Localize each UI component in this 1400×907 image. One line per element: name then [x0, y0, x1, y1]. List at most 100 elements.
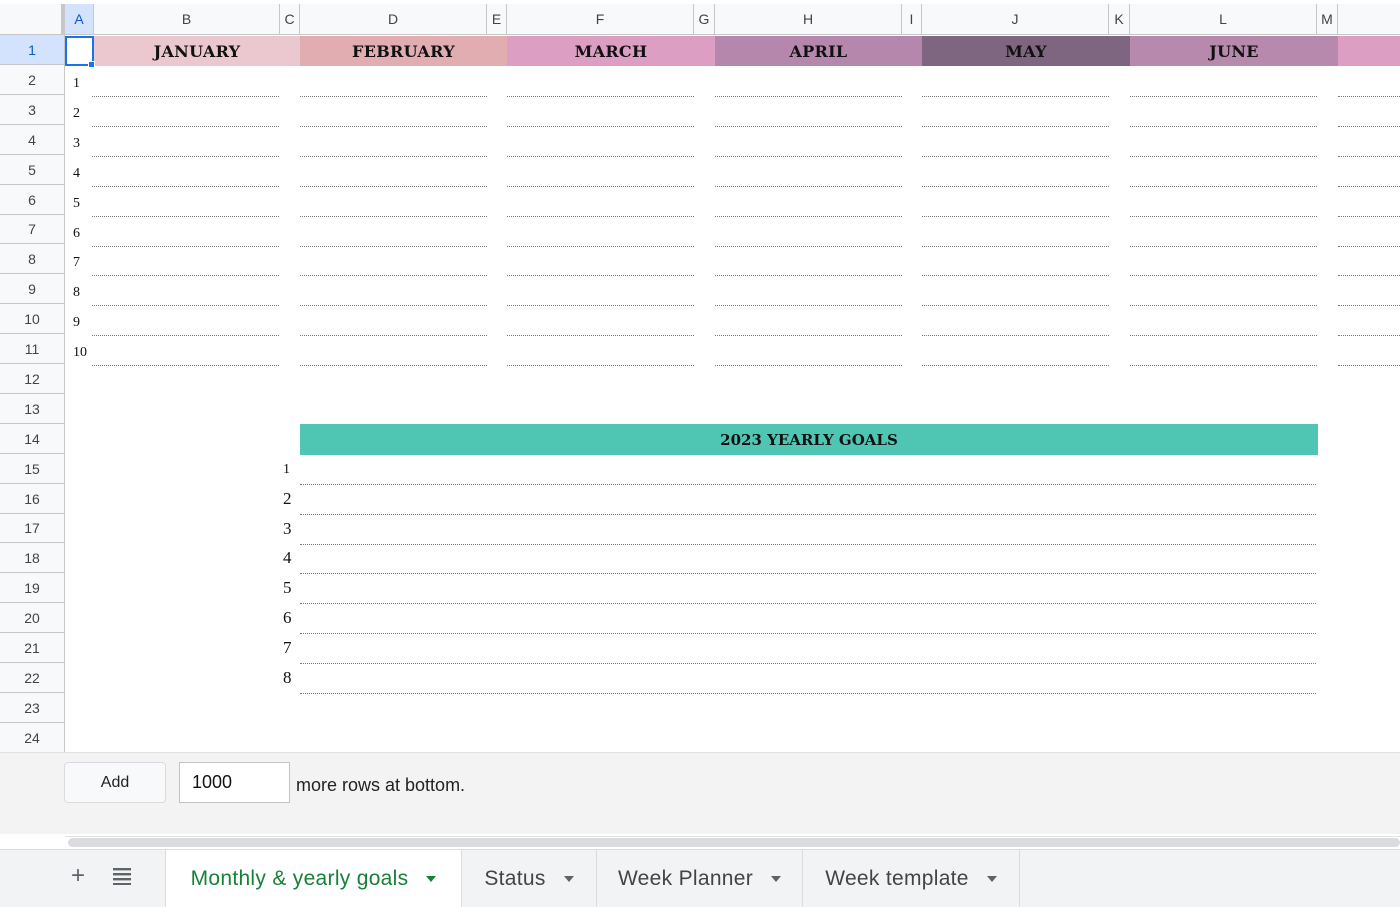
goal-entry-line[interactable] — [1338, 96, 1400, 97]
goal-entry-line[interactable] — [715, 185, 902, 187]
select-all-corner[interactable] — [0, 4, 65, 34]
goal-entry-line[interactable] — [92, 185, 279, 187]
list-icon[interactable] — [108, 862, 136, 890]
goal-entry-line[interactable] — [922, 245, 1109, 247]
goal-entry-line[interactable] — [715, 125, 902, 127]
horizontal-scrollbar-thumb[interactable] — [68, 838, 1400, 847]
column-header-c[interactable]: C — [280, 4, 300, 34]
goal-entry-line[interactable] — [300, 185, 487, 187]
yearly-goal-line[interactable] — [300, 692, 1316, 694]
goal-entry-line[interactable] — [1130, 275, 1317, 277]
row-header-1[interactable]: 1 — [0, 35, 64, 65]
row-header-2[interactable]: 2 — [0, 65, 64, 95]
goal-entry-line[interactable] — [922, 155, 1109, 157]
column-header-b[interactable]: B — [94, 4, 280, 34]
sheet-tab-week-template[interactable]: Week template — [803, 850, 1020, 907]
goal-entry-line[interactable] — [507, 245, 694, 247]
column-header-l[interactable]: L — [1130, 4, 1317, 34]
sheet-tab-monthly-yearly-goals[interactable]: Monthly & yearly goals — [165, 850, 462, 907]
goal-entry-line[interactable] — [1130, 215, 1317, 217]
goal-entry-line[interactable] — [715, 335, 902, 337]
goal-entry-line[interactable] — [92, 365, 279, 367]
row-header-15[interactable]: 15 — [0, 454, 64, 484]
goal-entry-line[interactable] — [507, 335, 694, 337]
row-header-21[interactable]: 21 — [0, 633, 64, 663]
column-header-i[interactable]: I — [902, 4, 922, 34]
goal-entry-line[interactable] — [1338, 125, 1400, 127]
row-header-12[interactable]: 12 — [0, 364, 64, 394]
goal-entry-line[interactable] — [507, 185, 694, 187]
goal-entry-line[interactable] — [92, 305, 279, 307]
row-header-16[interactable]: 16 — [0, 484, 64, 514]
goal-entry-line[interactable] — [715, 365, 902, 367]
column-header-d[interactable]: D — [300, 4, 487, 34]
caret-down-icon[interactable] — [771, 875, 782, 882]
goal-entry-line[interactable] — [1338, 245, 1400, 247]
goal-entry-line[interactable] — [715, 275, 902, 277]
goal-entry-line[interactable] — [1130, 155, 1317, 157]
sheet-tab-status[interactable]: Status — [462, 850, 597, 907]
goal-entry-line[interactable] — [300, 365, 487, 367]
goal-entry-line[interactable] — [92, 245, 279, 247]
goal-entry-line[interactable] — [922, 125, 1109, 127]
goal-entry-line[interactable] — [300, 155, 487, 157]
caret-down-icon[interactable] — [986, 875, 997, 882]
goal-entry-line[interactable] — [507, 215, 694, 217]
row-header-18[interactable]: 18 — [0, 543, 64, 574]
row-header-20[interactable]: 20 — [0, 603, 64, 634]
plus-icon[interactable]: + — [64, 862, 92, 890]
goal-entry-line[interactable] — [922, 275, 1109, 277]
row-header-13[interactable]: 13 — [0, 394, 64, 424]
goal-entry-line[interactable] — [507, 365, 694, 367]
goal-entry-line[interactable] — [1130, 96, 1317, 97]
yearly-goal-line[interactable] — [300, 484, 1316, 485]
caret-down-icon[interactable] — [426, 875, 437, 882]
fill-handle[interactable] — [88, 61, 95, 68]
rows-count-input[interactable] — [179, 762, 290, 803]
goal-entry-line[interactable] — [715, 245, 902, 247]
goal-entry-line[interactable] — [300, 245, 487, 247]
goal-entry-line[interactable] — [92, 155, 279, 157]
goal-entry-line[interactable] — [1130, 365, 1317, 367]
goal-entry-line[interactable] — [507, 125, 694, 127]
goal-entry-line[interactable] — [1338, 185, 1400, 187]
row-header-17[interactable]: 17 — [0, 513, 64, 544]
goal-entry-line[interactable] — [715, 305, 902, 307]
goal-entry-line[interactable] — [715, 96, 902, 97]
yearly-goal-line[interactable] — [300, 633, 1316, 634]
goal-entry-line[interactable] — [92, 335, 279, 337]
goal-entry-line[interactable] — [1130, 185, 1317, 187]
row-header-22[interactable]: 22 — [0, 663, 64, 693]
goal-entry-line[interactable] — [300, 335, 487, 337]
goal-entry-line[interactable] — [92, 125, 279, 127]
goal-entry-line[interactable] — [1338, 155, 1400, 157]
goal-entry-line[interactable] — [1130, 335, 1317, 337]
goal-entry-line[interactable] — [715, 215, 902, 217]
row-header-19[interactable]: 19 — [0, 573, 64, 604]
goal-entry-line[interactable] — [715, 155, 902, 157]
column-header-f[interactable]: F — [507, 4, 694, 34]
goal-entry-line[interactable] — [507, 96, 694, 97]
goal-entry-line[interactable] — [1338, 215, 1400, 217]
goal-entry-line[interactable] — [1338, 365, 1400, 367]
column-header-m[interactable]: M — [1317, 4, 1338, 34]
goal-entry-line[interactable] — [1338, 275, 1400, 277]
row-header-5[interactable]: 5 — [0, 155, 64, 185]
goal-entry-line[interactable] — [92, 275, 279, 277]
yearly-goal-line[interactable] — [300, 543, 1316, 545]
column-header-a[interactable]: A — [65, 4, 94, 34]
column-header-j[interactable]: J — [922, 4, 1109, 34]
row-header-6[interactable]: 6 — [0, 185, 64, 215]
goal-entry-line[interactable] — [507, 275, 694, 277]
row-header-9[interactable]: 9 — [0, 274, 64, 305]
sheet-tab-week-planner[interactable]: Week Planner — [597, 850, 803, 907]
goal-entry-line[interactable] — [300, 96, 487, 97]
goal-entry-line[interactable] — [507, 305, 694, 307]
goal-entry-line[interactable] — [300, 215, 487, 217]
goal-entry-line[interactable] — [922, 365, 1109, 367]
goal-entry-line[interactable] — [92, 96, 279, 97]
goal-entry-line[interactable] — [300, 275, 487, 277]
goal-entry-line[interactable] — [922, 96, 1109, 97]
row-header-8[interactable]: 8 — [0, 244, 64, 275]
row-header-10[interactable]: 10 — [0, 304, 64, 335]
